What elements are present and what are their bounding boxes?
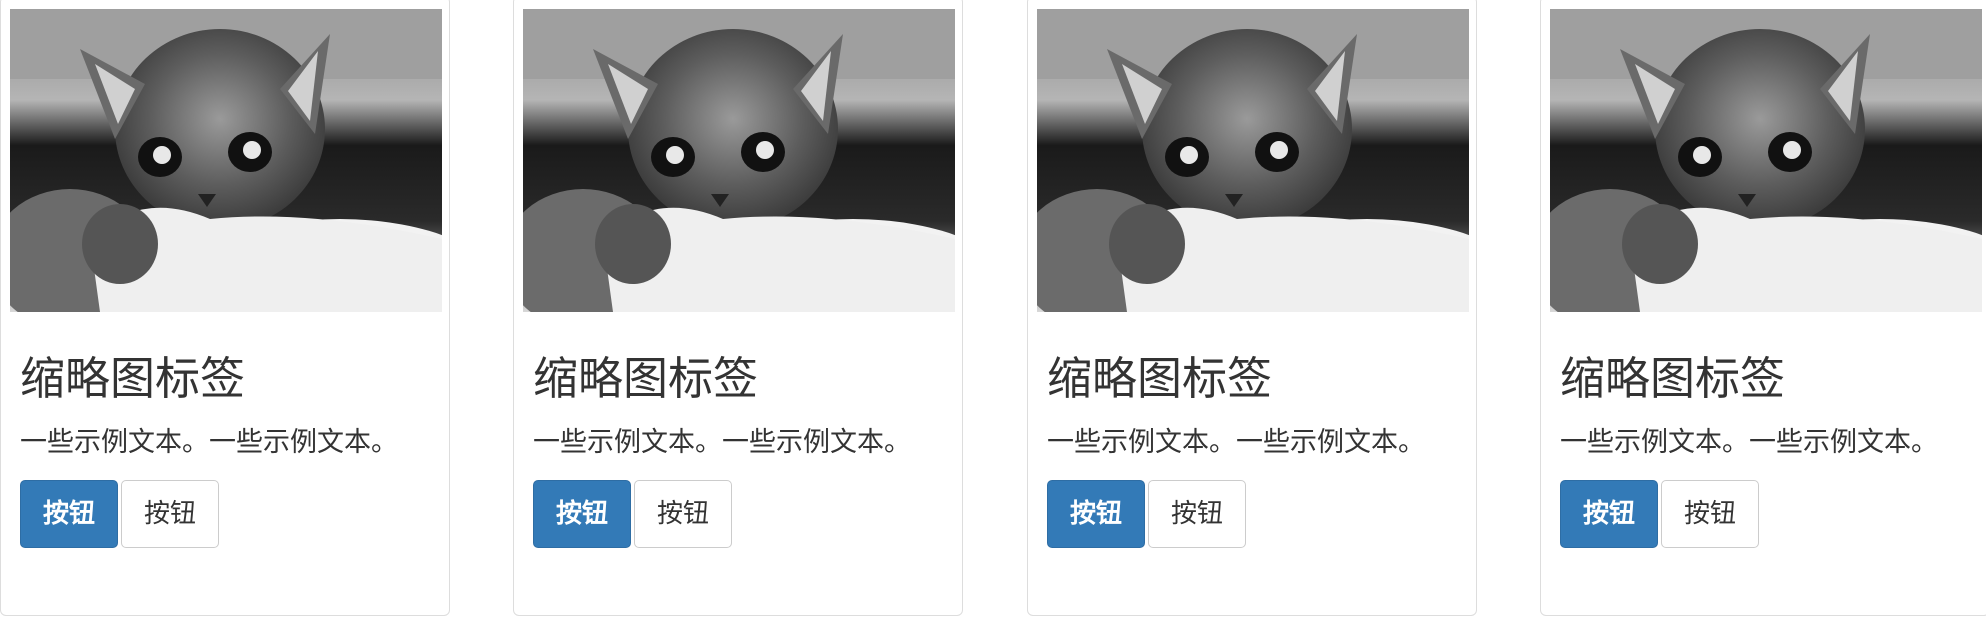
card-text: 一些示例文本。一些示例文本。 (533, 427, 911, 458)
default-button[interactable]: 按钮 (121, 480, 220, 549)
button-group: 按钮 按钮 (533, 480, 943, 549)
card-title: 缩略图标签 (1047, 352, 1273, 405)
card-title: 缩略图标签 (533, 352, 759, 405)
button-group: 按钮 按钮 (20, 480, 430, 549)
card-title: 缩略图标签 (20, 352, 246, 405)
button-group: 按钮 按钮 (1047, 480, 1457, 549)
kitten-illustration (523, 9, 955, 312)
card-text: 一些示例文本。一些示例文本。 (1560, 427, 1938, 458)
thumbnail-card: 缩略图标签 一些示例文本。一些示例文本。 按钮 按钮 (513, 0, 963, 616)
caption: 缩略图标签 一些示例文本。一些示例文本。 按钮 按钮 (1047, 352, 1457, 549)
button-group: 按钮 按钮 (1560, 480, 1970, 549)
thumbnail-card: 缩略图标签 一些示例文本。一些示例文本。 按钮 按钮 (1540, 0, 1986, 616)
kitten-illustration (10, 9, 442, 312)
thumbnail-card: 缩略图标签 一些示例文本。一些示例文本。 按钮 按钮 (1027, 0, 1477, 616)
caption: 缩略图标签 一些示例文本。一些示例文本。 按钮 按钮 (1560, 352, 1970, 549)
kitten-illustration (1037, 9, 1469, 312)
kitten-illustration (1550, 9, 1982, 312)
default-button[interactable]: 按钮 (634, 480, 733, 549)
default-button[interactable]: 按钮 (1661, 480, 1760, 549)
caption: 缩略图标签 一些示例文本。一些示例文本。 按钮 按钮 (20, 352, 430, 549)
kitten-image (1550, 9, 1982, 312)
primary-button[interactable]: 按钮 (1047, 480, 1146, 549)
card-title: 缩略图标签 (1560, 352, 1786, 405)
card-text: 一些示例文本。一些示例文本。 (1047, 427, 1425, 458)
primary-button[interactable]: 按钮 (1560, 480, 1659, 549)
default-button[interactable]: 按钮 (1148, 480, 1247, 549)
kitten-image (10, 9, 442, 312)
primary-button[interactable]: 按钮 (533, 480, 632, 549)
card-text: 一些示例文本。一些示例文本。 (20, 427, 398, 458)
kitten-image (1037, 9, 1469, 312)
kitten-image (523, 9, 955, 312)
thumbnail-row: 缩略图标签 一些示例文本。一些示例文本。 按钮 按钮 缩略图标签 一些示例文本。… (0, 0, 1986, 628)
caption: 缩略图标签 一些示例文本。一些示例文本。 按钮 按钮 (533, 352, 943, 549)
primary-button[interactable]: 按钮 (20, 480, 119, 549)
thumbnail-card: 缩略图标签 一些示例文本。一些示例文本。 按钮 按钮 (0, 0, 450, 616)
